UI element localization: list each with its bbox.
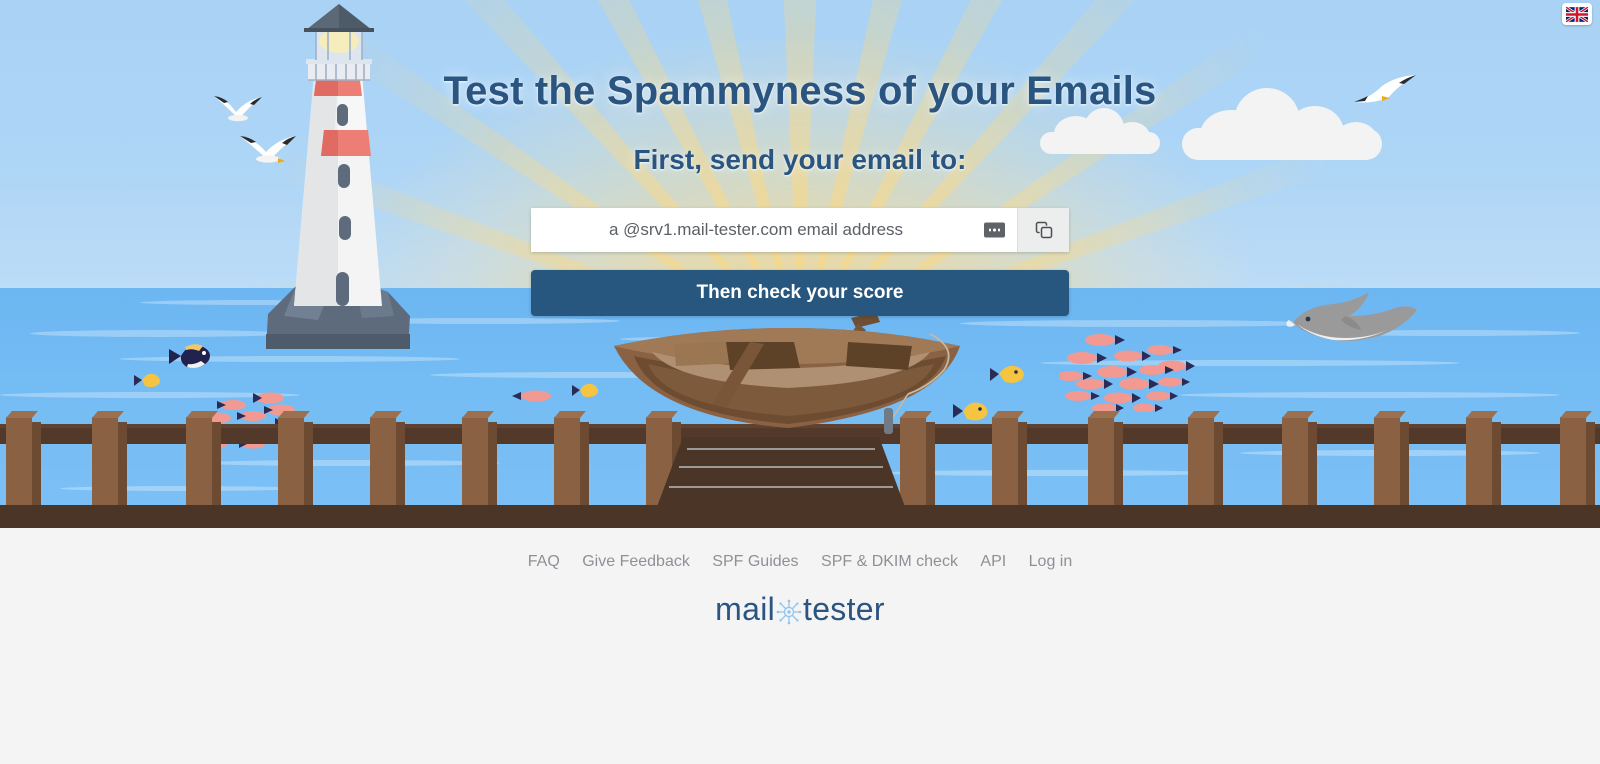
footer-link-feedback[interactable]: Give Feedback bbox=[582, 553, 690, 570]
hero-content: Test the Spammyness of your Emails First… bbox=[0, 0, 1600, 528]
language-selector-button[interactable] bbox=[1562, 3, 1592, 25]
footer-link-faq[interactable]: FAQ bbox=[528, 553, 560, 570]
ship-wheel-icon bbox=[776, 596, 802, 633]
email-input[interactable] bbox=[531, 208, 1017, 252]
page-title: Test the Spammyness of your Emails bbox=[443, 68, 1157, 113]
page-footer: FAQ Give Feedback SPF Guides SPF & DKIM … bbox=[0, 528, 1600, 764]
ellipsis-icon[interactable] bbox=[984, 222, 1005, 238]
page-root: Test the Spammyness of your Emails First… bbox=[0, 0, 1600, 764]
copy-button[interactable] bbox=[1017, 208, 1069, 252]
footer-link-spf-dkim[interactable]: SPF & DKIM check bbox=[821, 553, 958, 570]
email-field-wrapper bbox=[531, 208, 1017, 252]
uk-flag-icon bbox=[1566, 6, 1588, 22]
brand-text-left: mail bbox=[715, 591, 776, 627]
brand-text-right: tester bbox=[803, 591, 885, 627]
footer-links: FAQ Give Feedback SPF Guides SPF & DKIM … bbox=[0, 553, 1600, 571]
email-input-row bbox=[531, 208, 1069, 252]
copy-icon bbox=[1035, 221, 1052, 239]
brand-logo[interactable]: mail tester bbox=[0, 591, 1600, 633]
page-subtitle: First, send your email to: bbox=[633, 144, 967, 175]
email-test-form: Then check your score bbox=[531, 208, 1069, 316]
footer-link-login[interactable]: Log in bbox=[1029, 553, 1073, 570]
check-score-button[interactable]: Then check your score bbox=[531, 270, 1069, 316]
footer-link-api[interactable]: API bbox=[980, 553, 1006, 570]
footer-link-spf-guides[interactable]: SPF Guides bbox=[712, 553, 798, 570]
